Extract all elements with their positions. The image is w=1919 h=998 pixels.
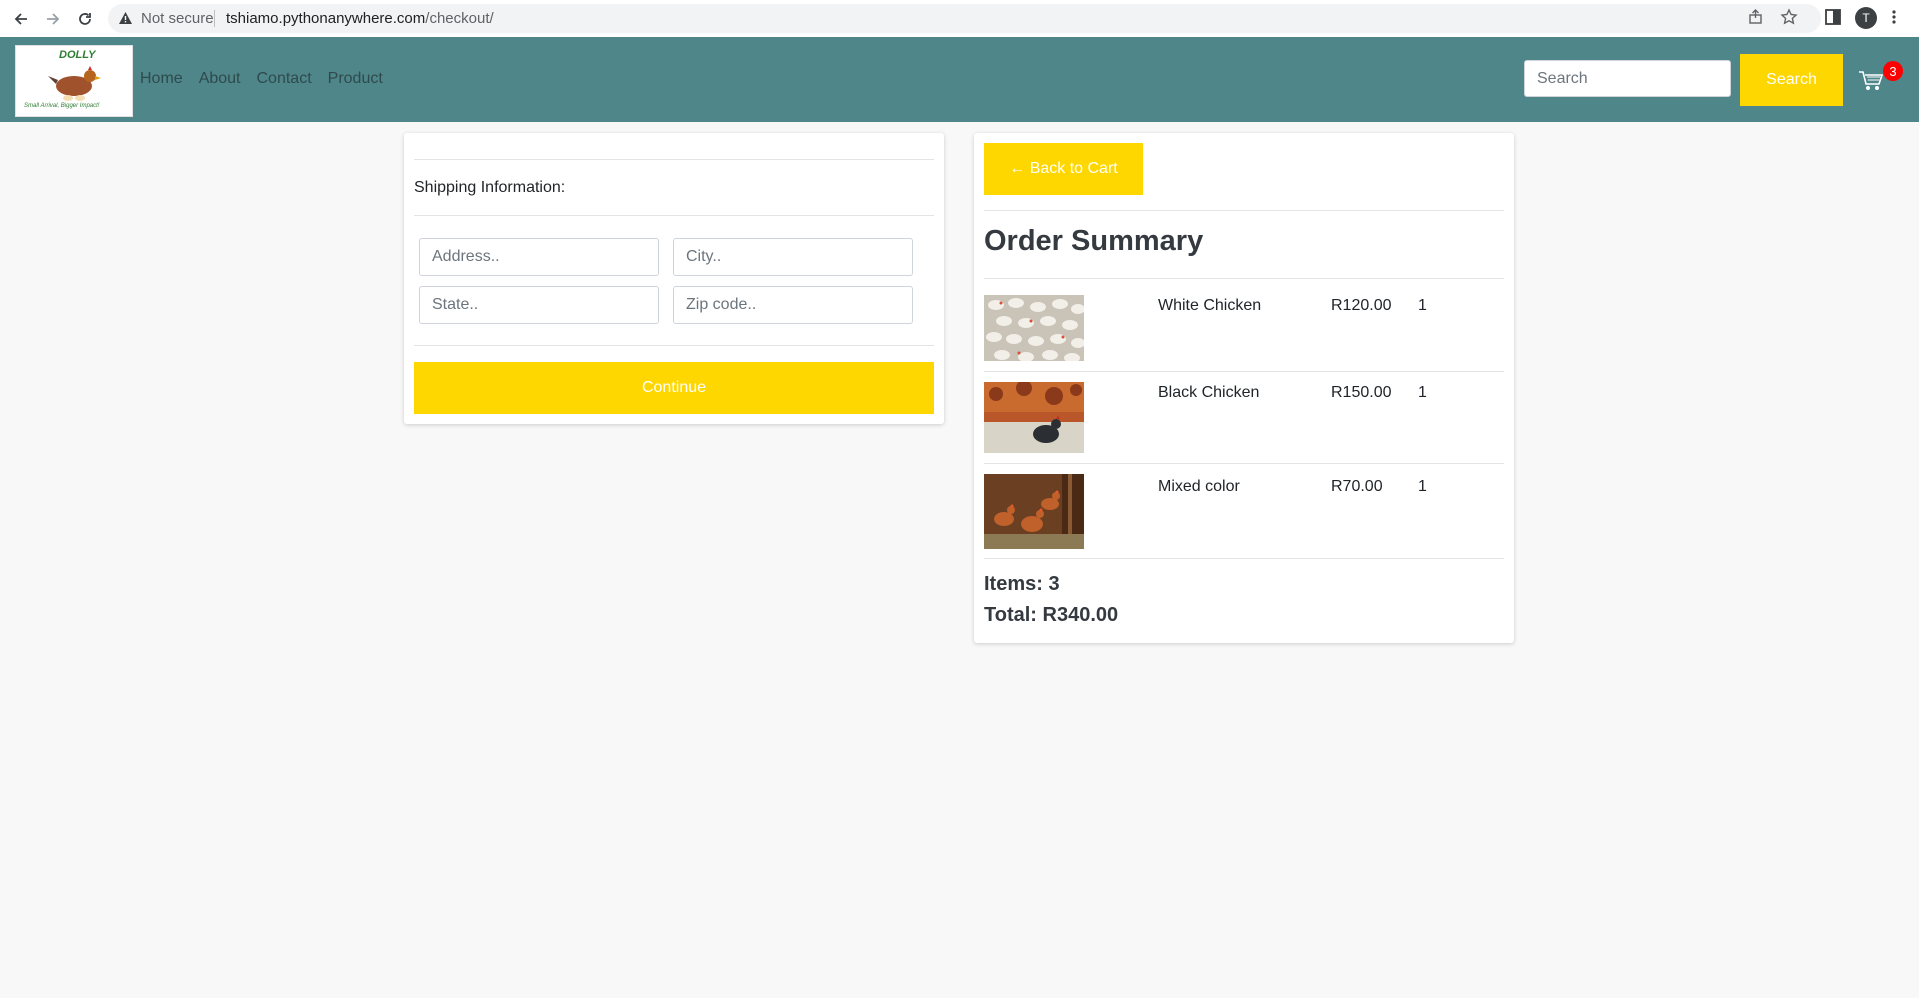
forward-arrow-icon[interactable] (40, 6, 66, 32)
white-chickens-photo (984, 295, 1084, 361)
zip-code-field[interactable] (673, 286, 913, 324)
search-button[interactable]: Search (1740, 54, 1843, 106)
share-icon[interactable] (1748, 9, 1764, 30)
black-chicken-photo (984, 382, 1084, 453)
continue-button[interactable]: Continue (414, 362, 934, 414)
divider (984, 278, 1504, 279)
brown-chickens-photo (984, 474, 1084, 549)
warning-icon (118, 11, 133, 30)
main-nav: Home About Contact Product (140, 70, 399, 88)
back-arrow-icon[interactable] (8, 6, 34, 32)
security-label[interactable]: Not secure (141, 10, 214, 27)
items-count: Items: 3 (984, 573, 1060, 595)
reload-icon[interactable] (72, 6, 98, 32)
site-logo[interactable]: DOLLY Small Arrival, Bigger Impact! (15, 45, 133, 117)
nav-link-about[interactable]: About (199, 70, 241, 88)
side-panel-icon[interactable] (1824, 8, 1842, 31)
item-price: R120.00 (1331, 297, 1392, 314)
divider (984, 210, 1504, 211)
order-summary-title: Order Summary (984, 225, 1204, 257)
hen-logo-icon (48, 66, 101, 101)
shipping-title: Shipping Information: (414, 179, 566, 196)
address-field[interactable] (419, 238, 659, 276)
divider (984, 463, 1504, 464)
item-price: R150.00 (1331, 384, 1392, 401)
order-summary-card: ← Back to Cart Order Summary White Chick… (974, 133, 1514, 643)
nav-link-product[interactable]: Product (328, 70, 383, 88)
divider (984, 371, 1504, 372)
back-to-cart-button[interactable]: ← Back to Cart (984, 143, 1143, 195)
cart-count-badge: 3 (1883, 61, 1903, 81)
bookmark-star-icon[interactable] (1780, 8, 1798, 31)
divider (414, 345, 934, 346)
browser-toolbar: Not secure tshiamo.pythonanywhere.com/ch… (0, 0, 1919, 38)
address-bar[interactable]: Not secure tshiamo.pythonanywhere.com/ch… (108, 4, 1821, 33)
nav-link-contact[interactable]: Contact (257, 70, 312, 88)
url-text[interactable]: tshiamo.pythonanywhere.com/checkout/ (226, 10, 494, 27)
shipping-form-card: Shipping Information: Continue (404, 133, 944, 424)
omnibox-divider (214, 10, 215, 27)
more-menu-icon[interactable] (1891, 8, 1897, 31)
profile-avatar[interactable]: T (1855, 7, 1877, 29)
item-name: White Chicken (1158, 297, 1262, 314)
site-navbar: DOLLY Small Arrival, Bigger Impact! Home… (0, 37, 1919, 122)
divider (414, 159, 934, 160)
logo-brand: DOLLY (59, 49, 96, 61)
item-name: Mixed color (1158, 478, 1240, 495)
nav-link-home[interactable]: Home (140, 70, 183, 88)
url-path: /checkout/ (425, 10, 494, 27)
url-host: tshiamo.pythonanywhere.com (226, 10, 426, 27)
search-input[interactable] (1524, 60, 1731, 97)
item-name: Black Chicken (1158, 384, 1260, 401)
divider (984, 558, 1504, 559)
shopping-cart-icon[interactable] (1858, 70, 1884, 92)
logo-tagline: Small Arrival, Bigger Impact! (24, 103, 100, 109)
order-total: Total: R340.00 (984, 604, 1119, 626)
item-quantity: 1 (1418, 478, 1427, 495)
item-quantity: 1 (1418, 384, 1427, 401)
city-field[interactable] (673, 238, 913, 276)
item-price: R70.00 (1331, 478, 1383, 495)
divider (414, 215, 934, 216)
state-field[interactable] (419, 286, 659, 324)
item-quantity: 1 (1418, 297, 1427, 314)
